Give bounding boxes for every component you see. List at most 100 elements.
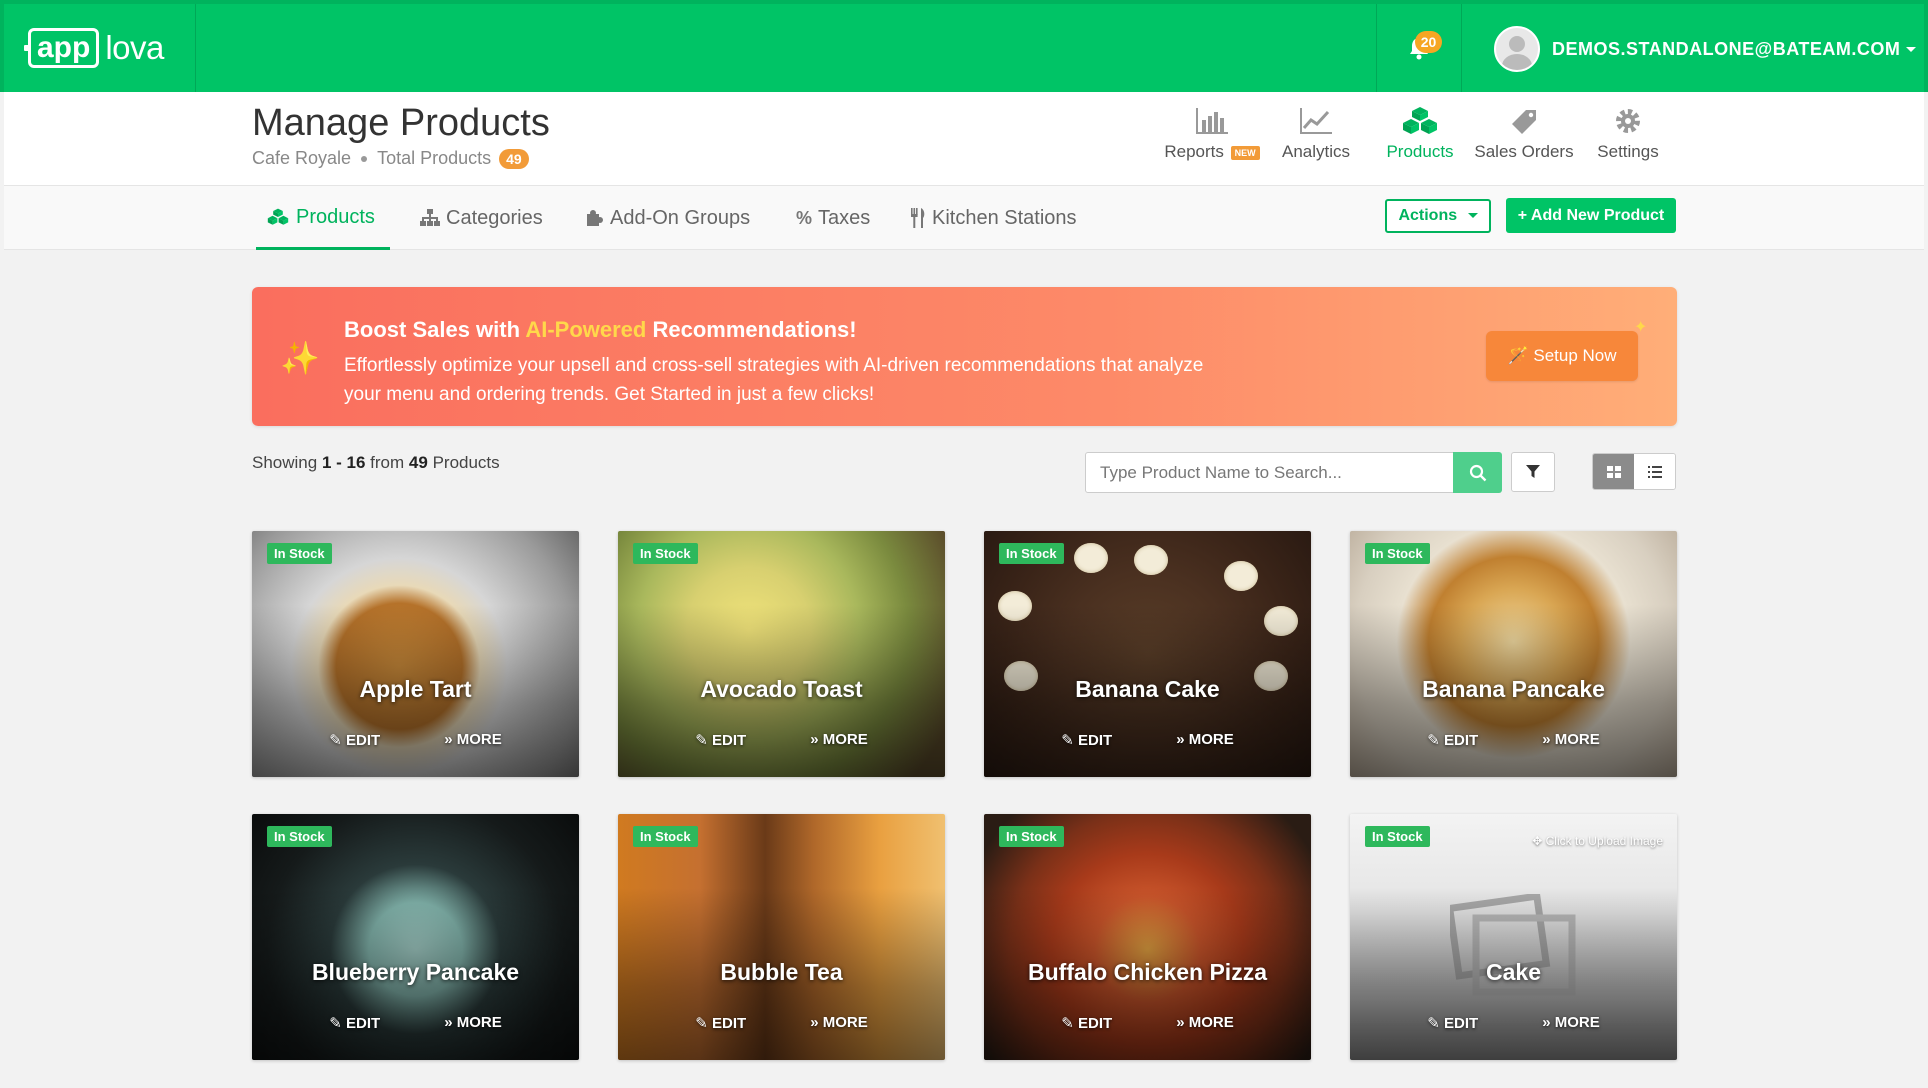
more-button[interactable]: » MORE xyxy=(1542,731,1600,749)
double-chevron-down-icon: » xyxy=(1176,1014,1185,1031)
tab-taxes[interactable]: % Taxes xyxy=(796,186,870,250)
actions-dropdown-button[interactable]: Actions xyxy=(1385,199,1491,233)
card-actions: ✎ EDIT » MORE xyxy=(618,731,945,749)
results-total: 49 xyxy=(408,453,428,472)
double-chevron-down-icon: » xyxy=(444,1014,453,1031)
more-button[interactable]: » MORE xyxy=(810,1014,868,1032)
applova-logo[interactable]: app lova xyxy=(8,4,196,92)
showing-label: Showing xyxy=(252,453,318,472)
add-new-product-button[interactable]: + Add New Product xyxy=(1506,198,1676,233)
edit-icon: ✎ xyxy=(695,1015,708,1032)
in-stock-badge: In Stock xyxy=(633,543,698,564)
module-products[interactable]: Products xyxy=(1368,106,1472,162)
logo-text: lova xyxy=(105,29,164,66)
product-card[interactable]: In Stock Banana Pancake ✎ EDIT » MORE xyxy=(1350,531,1677,777)
module-analytics[interactable]: Analytics xyxy=(1264,106,1368,162)
tab-taxes-label: Taxes xyxy=(818,207,871,229)
banner-title: Boost Sales with AI-Powered Recommendati… xyxy=(344,317,857,343)
module-reports[interactable]: Reports NEW xyxy=(1160,106,1264,162)
in-stock-badge: In Stock xyxy=(999,543,1064,564)
product-card[interactable]: In Stock Blueberry Pancake ✎ EDIT » MORE xyxy=(252,814,579,1060)
edit-button[interactable]: ✎ EDIT xyxy=(329,731,380,749)
more-button[interactable]: » MORE xyxy=(444,731,502,749)
double-chevron-down-icon: » xyxy=(444,731,453,748)
edit-label: EDIT xyxy=(712,1015,747,1032)
product-card[interactable]: In Stock Buffalo Chicken Pizza ✎ EDIT » … xyxy=(984,814,1311,1060)
chevron-down-icon xyxy=(1906,46,1917,52)
page-title: Manage Products xyxy=(252,102,550,144)
edit-button[interactable]: ✎ EDIT xyxy=(1427,731,1478,749)
product-name: Avocado Toast xyxy=(700,676,863,702)
double-chevron-down-icon: » xyxy=(1542,1014,1551,1031)
magic-wand-icon: 🪄 xyxy=(1507,346,1529,365)
list-view-button[interactable] xyxy=(1634,454,1675,489)
edit-button[interactable]: ✎ EDIT xyxy=(695,1014,746,1032)
product-card[interactable]: In Stock Apple Tart ✎ EDIT » MORE xyxy=(252,531,579,777)
edit-icon: ✎ xyxy=(1061,732,1074,749)
edit-label: EDIT xyxy=(1078,1015,1113,1032)
separator-dot xyxy=(361,155,368,162)
filter-button[interactable] xyxy=(1511,452,1555,492)
product-card[interactable]: In Stock Avocado Toast ✎ EDIT » MORE xyxy=(618,531,945,777)
edit-button[interactable]: ✎ EDIT xyxy=(1427,1014,1478,1032)
grid-icon xyxy=(1606,465,1621,478)
more-label: MORE xyxy=(1554,731,1600,748)
setup-now-label: Setup Now xyxy=(1533,346,1617,365)
product-card[interactable]: In Stock Bubble Tea ✎ EDIT » MORE xyxy=(618,814,945,1060)
card-actions: ✎ EDIT » MORE xyxy=(252,1014,579,1032)
from-label: from xyxy=(370,453,405,472)
top-bar: app lova 20 DEMOS.STANDALONE@BATEAM.COM xyxy=(0,0,1928,92)
card-actions: ✎ EDIT » MORE xyxy=(252,731,579,749)
cubes-icon xyxy=(267,208,289,225)
actions-label: Actions xyxy=(1398,207,1458,224)
chevron-down-icon xyxy=(1467,213,1478,219)
upload-image-label: Click to Upload Image xyxy=(1545,834,1663,848)
search-icon xyxy=(1469,464,1486,481)
double-chevron-down-icon: » xyxy=(810,731,819,748)
tab-kitchen-stations[interactable]: Kitchen Stations xyxy=(910,186,1077,250)
card-actions: ✎ EDIT » MORE xyxy=(618,1014,945,1032)
edit-label: EDIT xyxy=(1078,732,1113,749)
edit-label: EDIT xyxy=(346,732,381,749)
more-button[interactable]: » MORE xyxy=(1176,731,1234,749)
tab-categories-label: Categories xyxy=(446,207,543,229)
edit-button[interactable]: ✎ EDIT xyxy=(1061,1014,1112,1032)
in-stock-badge: In Stock xyxy=(1365,826,1430,847)
add-new-product-label: Add New Product xyxy=(1530,207,1665,224)
page-subtitle: Cafe Royale Total Products 49 xyxy=(252,148,529,169)
sub-navigation: Products Categories Add-On Groups % Taxe… xyxy=(4,186,1924,250)
edit-button[interactable]: ✎ EDIT xyxy=(695,731,746,749)
module-analytics-label: Analytics xyxy=(1281,142,1351,161)
edit-button[interactable]: ✎ EDIT xyxy=(329,1014,380,1032)
grid-view-button[interactable] xyxy=(1593,454,1634,489)
more-button[interactable]: » MORE xyxy=(1176,1014,1234,1032)
setup-now-button[interactable]: 🪄 Setup Now xyxy=(1486,331,1638,381)
card-actions: ✎ EDIT » MORE xyxy=(1350,1014,1677,1032)
more-button[interactable]: » MORE xyxy=(444,1014,502,1032)
tab-add-on-groups[interactable]: Add-On Groups xyxy=(586,186,750,250)
sitemap-icon xyxy=(420,209,440,226)
upload-image-button[interactable]: ✥ Click to Upload Image xyxy=(1532,834,1663,848)
edit-label: EDIT xyxy=(712,732,747,749)
product-card[interactable]: In Stock ✥ Click to Upload Image Cake ✎ … xyxy=(1350,814,1677,1060)
edit-button[interactable]: ✎ EDIT xyxy=(1061,731,1112,749)
module-sales-orders-label: Sales Orders xyxy=(1474,142,1574,161)
more-button[interactable]: » MORE xyxy=(1542,1014,1600,1032)
more-label: MORE xyxy=(1188,731,1234,748)
search-button[interactable] xyxy=(1453,452,1502,493)
avatar xyxy=(1494,26,1540,72)
more-button[interactable]: » MORE xyxy=(810,731,868,749)
tab-categories[interactable]: Categories xyxy=(420,186,543,250)
more-label: MORE xyxy=(1554,1014,1600,1031)
user-menu[interactable]: DEMOS.STANDALONE@BATEAM.COM xyxy=(1494,26,1917,72)
edit-icon: ✎ xyxy=(1427,732,1440,749)
module-settings[interactable]: Settings xyxy=(1576,106,1680,162)
product-card[interactable]: In Stock Banana Cake ✎ EDIT » MORE xyxy=(984,531,1311,777)
edit-icon: ✎ xyxy=(695,732,708,749)
tab-products[interactable]: Products xyxy=(256,186,390,250)
notification-count-badge: 20 xyxy=(1415,31,1442,53)
card-actions: ✎ EDIT » MORE xyxy=(984,731,1311,749)
product-search-input[interactable] xyxy=(1085,452,1454,493)
more-label: MORE xyxy=(822,731,868,748)
module-sales-orders[interactable]: Sales Orders xyxy=(1472,106,1576,162)
